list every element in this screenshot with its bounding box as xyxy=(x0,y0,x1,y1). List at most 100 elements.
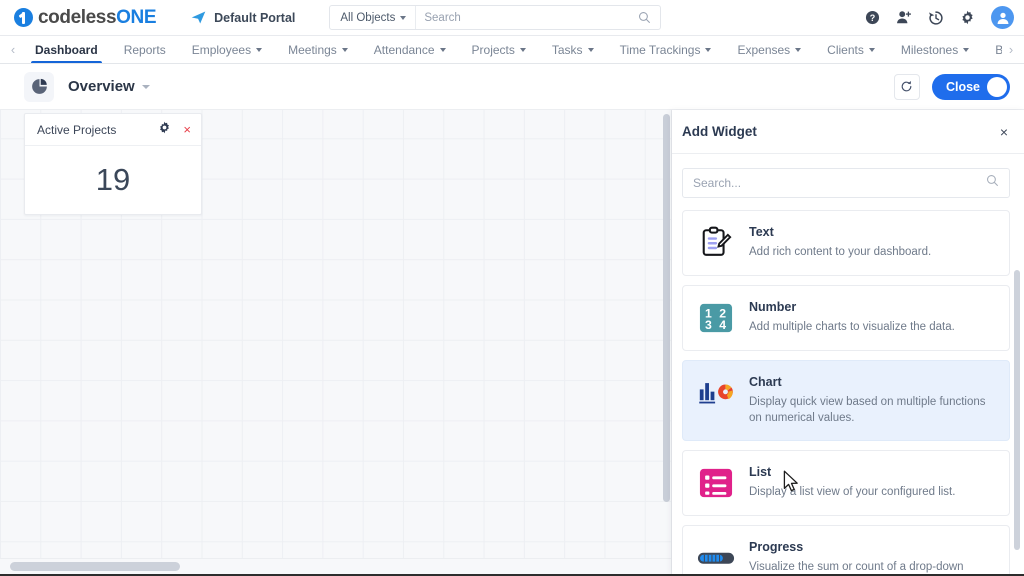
search-icon[interactable] xyxy=(986,174,999,192)
widget-title: Active Projects xyxy=(37,122,117,137)
scrollbar-thumb[interactable] xyxy=(10,562,180,571)
add-user-icon[interactable] xyxy=(896,10,912,25)
settings-gear-icon[interactable] xyxy=(960,10,975,25)
search-scope-label: All Objects xyxy=(340,11,396,24)
widget-option-text: Progress Visualize the sum or count of a … xyxy=(749,539,995,574)
add-widget-panel: Add Widget × Search... Text Add rich con… xyxy=(672,110,1024,574)
nav-item-label: Clients xyxy=(827,42,864,57)
history-icon[interactable] xyxy=(928,10,944,26)
widget-option-chart[interactable]: Chart Display quick view based on multipl… xyxy=(682,360,1010,441)
widget-option-description: Display a list view of your configured l… xyxy=(749,485,956,498)
nav-item-meetings[interactable]: Meetings xyxy=(275,36,361,63)
main-navigation: ‹ Dashboard Reports Employees Meetings Atten… xyxy=(0,36,1024,64)
nav-item-milestones[interactable]: Milestones xyxy=(888,36,982,63)
widget-option-name: Progress xyxy=(749,539,804,554)
app-logo[interactable]: codelessONE xyxy=(14,6,157,29)
widget-option-list: Text Add rich content to your dashboard. … xyxy=(672,206,1024,574)
dashboard-body: Active Projects × 19 Add Widget × Search… xyxy=(0,110,1024,574)
list-icon xyxy=(697,464,735,502)
page-title: Overview xyxy=(68,78,135,95)
panel-vertical-scrollbar[interactable] xyxy=(1014,270,1020,550)
help-icon[interactable]: ? xyxy=(865,10,880,25)
widget-option-number[interactable]: 1 2 3 4 Number Add multiple charts to vis… xyxy=(682,285,1010,351)
nav-item-label: Tasks xyxy=(551,42,583,57)
widget-option-text[interactable]: Text Add rich content to your dashboard. xyxy=(682,210,1010,276)
widget-option-name: List xyxy=(749,464,772,479)
top-bar: codelessONE Default Portal All Objects S… xyxy=(0,0,1024,36)
nav-scroll-right-icon[interactable]: › xyxy=(1002,36,1020,63)
nav-item-label: Dashboard xyxy=(35,42,98,57)
nav-item-time-trackings[interactable]: Time Trackings xyxy=(607,36,725,63)
nav-item-budgets[interactable]: Budgets xyxy=(982,36,1002,63)
close-icon[interactable]: × xyxy=(183,123,191,136)
widget-option-text: Chart Display quick view based on multipl… xyxy=(749,374,995,427)
chevron-down-icon xyxy=(587,47,594,52)
nav-item-label: Attendance xyxy=(373,42,435,57)
widget-option-description: Add rich content to your dashboard. xyxy=(749,246,932,258)
nav-item-projects[interactable]: Projects xyxy=(459,36,539,63)
widget-search-input[interactable] xyxy=(693,176,986,190)
widget-option-text: List Display a list view of your configur… xyxy=(749,464,955,500)
nav-item-label: Projects xyxy=(471,42,515,57)
portal-selector[interactable]: Default Portal xyxy=(190,9,295,26)
nav-item-label: Time Trackings xyxy=(619,42,701,57)
widget-active-projects[interactable]: Active Projects × 19 xyxy=(24,113,202,215)
widget-actions: × xyxy=(158,121,191,139)
refresh-icon[interactable] xyxy=(893,73,920,100)
widget-value: 19 xyxy=(95,162,131,197)
chevron-down-icon xyxy=(795,47,802,52)
chevron-down-icon xyxy=(705,47,712,52)
nav-item-label: Meetings xyxy=(288,42,337,57)
search-icon[interactable] xyxy=(638,11,660,24)
chevron-down-icon xyxy=(256,47,263,52)
widget-search-field[interactable] xyxy=(682,168,1010,198)
search-scope-dropdown[interactable]: All Objects xyxy=(330,6,417,29)
nav-item-tasks[interactable]: Tasks xyxy=(539,36,607,63)
widget-header: Active Projects × xyxy=(25,114,201,146)
panel-title: Add Widget xyxy=(682,124,757,139)
panel-header: Add Widget × xyxy=(672,110,1024,154)
nav-item-attendance[interactable]: Attendance xyxy=(361,36,459,63)
application-window: codelessONE Default Portal All Objects S… xyxy=(0,0,1024,576)
toggle-knob xyxy=(987,76,1007,97)
nav-item-expenses[interactable]: Expenses xyxy=(724,36,814,63)
widget-option-name: Text xyxy=(749,225,774,239)
nav-item-label: Employees xyxy=(191,42,252,57)
nav-item-label: Expenses xyxy=(737,42,791,57)
canvas-horizontal-scrollbar[interactable] xyxy=(0,558,671,574)
nav-item-label: Budgets xyxy=(995,43,1002,57)
pie-chart-icon xyxy=(24,71,54,102)
widget-option-description: Display quick view based on multiple fun… xyxy=(749,396,986,425)
chevron-down-icon xyxy=(439,47,446,52)
user-avatar[interactable] xyxy=(991,6,1014,29)
nav-item-dashboard[interactable]: Dashboard xyxy=(22,36,111,63)
number-grid-icon: 1 2 3 4 xyxy=(697,299,735,337)
clipboard-pencil-icon xyxy=(697,224,735,262)
widget-option-list[interactable]: List Display a list view of your configur… xyxy=(682,449,1010,516)
dashboard-canvas[interactable]: Active Projects × 19 xyxy=(0,110,672,574)
page-title-chevron-down-icon[interactable] xyxy=(141,84,150,89)
widget-option-description: Add multiple charts to visualize the dat… xyxy=(749,321,955,333)
nav-scroll-left-icon[interactable]: ‹ xyxy=(4,36,22,63)
chevron-down-icon xyxy=(963,47,970,52)
nav-item-employees[interactable]: Employees xyxy=(179,36,275,63)
widget-option-name: Chart xyxy=(749,375,782,389)
codeless-one-logo-icon xyxy=(14,8,33,27)
gear-icon[interactable] xyxy=(158,121,171,139)
close-toggle-label: Close xyxy=(945,79,980,94)
global-search-bar[interactable]: All Objects xyxy=(329,5,662,30)
svg-text:3: 3 xyxy=(705,318,712,332)
nav-item-list: Dashboard Reports Employees Meetings Attenda… xyxy=(22,36,1002,63)
panel-close-icon[interactable]: × xyxy=(1000,124,1008,140)
canvas-vertical-scrollbar[interactable] xyxy=(663,114,670,502)
chevron-down-icon xyxy=(519,47,526,52)
widget-option-progress[interactable]: Progress Visualize the sum or count of a … xyxy=(682,524,1010,574)
global-search-input[interactable] xyxy=(416,11,639,24)
portal-label: Default Portal xyxy=(214,10,296,25)
close-toggle-button[interactable]: Close xyxy=(931,73,1010,100)
nav-item-reports[interactable]: Reports xyxy=(111,36,179,63)
nav-item-clients[interactable]: Clients xyxy=(814,36,888,63)
widget-option-text: Number Add multiple charts to visualize t… xyxy=(749,299,955,335)
logo-text-secondary: ONE xyxy=(116,6,157,28)
dashboard-subheader: Overview Close xyxy=(0,64,1024,110)
